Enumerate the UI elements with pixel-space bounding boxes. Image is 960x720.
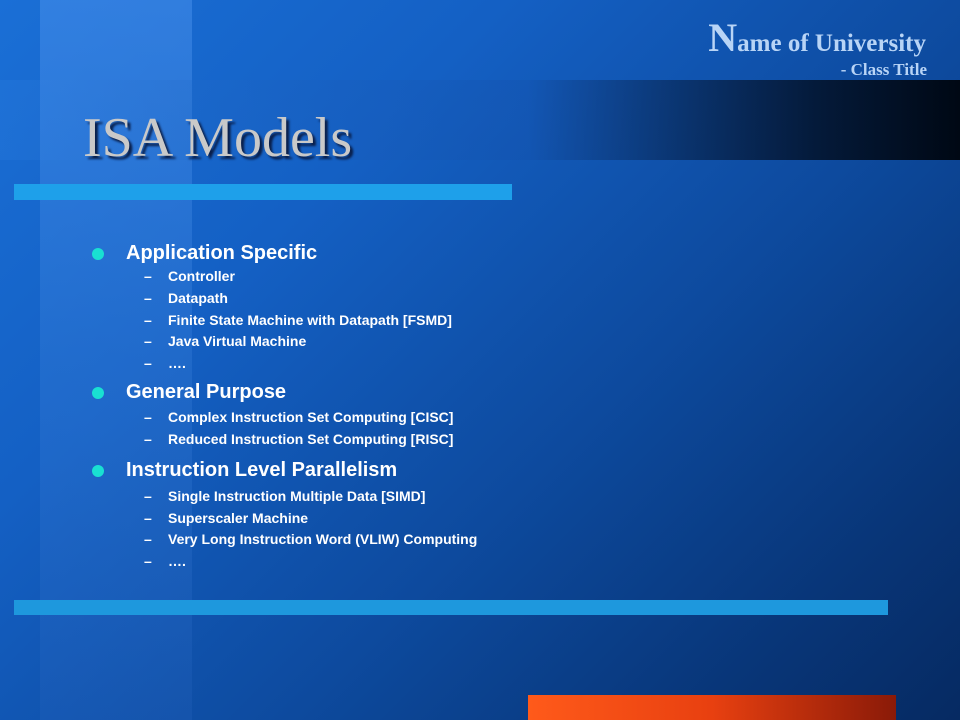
dash-marker: – [144,488,152,504]
list-item-label: Finite State Machine with Datapath [FSMD… [168,312,452,328]
dash-marker: – [144,355,152,371]
class-title: - Class Title [840,60,927,79]
dash-marker: – [144,409,152,425]
dash-marker: – [144,531,152,547]
section-heading-label: General Purpose [126,381,287,403]
list-item-label: Complex Instruction Set Computing [CISC] [168,409,454,425]
list-item-label: Controller [168,268,235,284]
title-underline-bar [14,184,512,200]
dash-marker: – [144,553,152,569]
orange-accent-block [528,695,896,720]
section-heading-label: Application Specific [126,242,318,264]
list-item-label: Reduced Instruction Set Computing [RISC] [168,431,454,447]
list-item-label: Datapath [168,290,228,306]
dash-marker: – [144,510,152,526]
university-name-rest: ame of University [737,30,926,57]
list-item-label: …. [168,355,186,371]
university-name: Name of University [708,14,926,61]
dash-marker: – [144,290,152,306]
bullet-dot-icon [92,465,104,477]
section-heading-label: Instruction Level Parallelism [126,459,398,481]
list-item-label: Single Instruction Multiple Data [SIMD] [168,488,426,504]
footer-bar [14,600,888,615]
university-initial: N [708,15,738,60]
slide-title: ISA Models [83,107,353,169]
list-item-label: Java Virtual Machine [168,333,307,349]
list-item-label: Superscaler Machine [168,510,309,526]
bullet-dot-icon [92,387,104,399]
dash-marker: – [144,431,152,447]
dash-marker: – [144,268,152,284]
list-item-label: …. [168,553,186,569]
list-item-label: Very Long Instruction Word (VLIW) Comput… [168,531,478,547]
bullet-dot-icon [92,248,104,260]
dash-marker: – [144,333,152,349]
dash-marker: – [144,312,152,328]
slide: Name of University - Class Title ISA Mod… [0,0,960,720]
